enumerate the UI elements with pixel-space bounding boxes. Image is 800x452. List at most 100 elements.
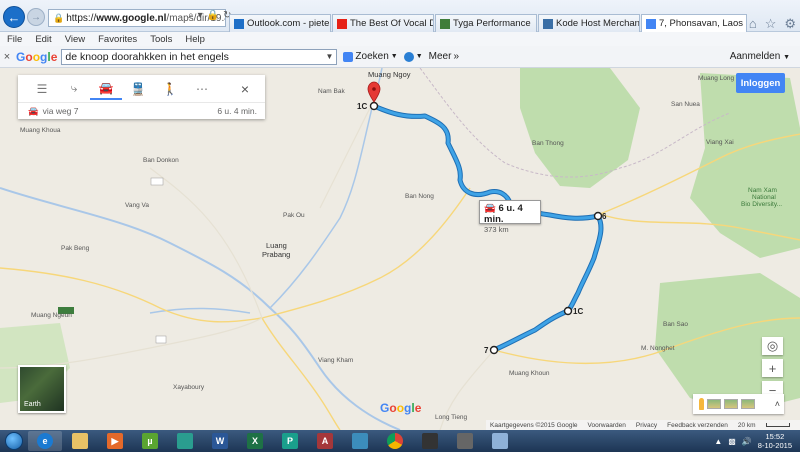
taskbar-app[interactable]	[168, 431, 202, 451]
gear-icon[interactable]: ⚙	[784, 16, 796, 32]
zoeken-button[interactable]: Zoeken ▼	[343, 51, 398, 62]
map-place-label[interactable]: Nam Xam	[748, 187, 777, 194]
chevron-down-icon: ▼	[390, 53, 398, 60]
map-place-label[interactable]: Pak Ou	[283, 212, 305, 219]
taskbar-ie[interactable]: e	[28, 431, 62, 451]
dropdown-icon[interactable]: ▾	[198, 10, 203, 21]
home-icon[interactable]: ⌂	[749, 16, 757, 32]
map-place-label[interactable]: Viang Xai	[706, 139, 734, 146]
map-place-label[interactable]: Ban Donkon	[143, 157, 179, 164]
volume-icon[interactable]: 🔊	[742, 437, 752, 446]
feedback-link[interactable]: Feedback verzenden	[667, 422, 728, 429]
search-icon[interactable]: ⌕	[188, 10, 194, 21]
tab-google-maps[interactable]: 7, Phonsavan, Laos na...×	[641, 14, 747, 32]
map-graphic	[0, 68, 800, 430]
clock[interactable]: 15:52 8-10-2015	[758, 432, 792, 450]
route-callout[interactable]: 🚘 6 u. 4 min. 373 km	[479, 200, 541, 234]
tab-youtube[interactable]: The Best Of Vocal Deep H...	[332, 14, 434, 32]
menu-favorites[interactable]: Favorites	[98, 34, 137, 45]
taskbar-app[interactable]	[343, 431, 377, 451]
privacy-link[interactable]: Privacy	[636, 422, 657, 429]
share-button[interactable]: ▼	[403, 51, 423, 62]
menu-help[interactable]: Help	[185, 34, 205, 45]
menu-tools[interactable]: Tools	[150, 34, 172, 45]
imagery-thumbnail[interactable]	[707, 399, 721, 409]
network-icon[interactable]: ▩	[728, 437, 736, 446]
map-place-label[interactable]: Ban Thong	[532, 140, 564, 147]
favorites-star-icon[interactable]: ☆	[765, 16, 777, 32]
imagery-thumbnail[interactable]	[724, 399, 738, 409]
google-g-icon	[343, 51, 354, 62]
close-directions-icon[interactable]: ×	[229, 78, 261, 100]
compass-icon[interactable]: ◎	[762, 337, 783, 355]
map-place-label[interactable]: Nam Bak	[318, 88, 345, 95]
taskbar-publisher[interactable]: P	[273, 431, 307, 451]
map-place-label[interactable]: Long Tieng	[435, 414, 467, 421]
taskbar-utorrent[interactable]: µ	[133, 431, 167, 451]
waypoint-marker	[489, 345, 499, 355]
map-place-label[interactable]: San Nuea	[671, 101, 700, 108]
menu-icon[interactable]: ☰	[26, 78, 58, 100]
publisher-icon: P	[282, 433, 298, 449]
map-canvas[interactable]: Muang Ngoy Muang Long Nam Bak San Nuea Muang…	[0, 68, 800, 430]
back-button[interactable]: ←	[3, 6, 25, 28]
tab-tyga[interactable]: Tyga Performance	[435, 14, 537, 32]
taskbar-word[interactable]: W	[203, 431, 237, 451]
tab-kode-host[interactable]: Kode Host Merchant Ad...	[538, 14, 640, 32]
taskbar-app[interactable]	[448, 431, 482, 451]
tray-chevron-icon[interactable]: ▲	[714, 437, 722, 446]
map-place-label[interactable]: Muang Long	[698, 75, 734, 82]
map-place-label[interactable]: Xayaboury	[173, 384, 204, 391]
taskbar-explorer[interactable]	[63, 431, 97, 451]
car-mode-icon[interactable]: 🚘	[90, 78, 122, 100]
map-place-label[interactable]: Ban Sao	[663, 321, 688, 328]
map-place-label[interactable]: Muang Ngeun	[31, 312, 72, 319]
sign-in-link[interactable]: Aanmelden ▼	[730, 51, 790, 62]
map-place-label[interactable]: Ban Nong	[405, 193, 434, 200]
taskbar-access[interactable]: A	[308, 431, 342, 451]
close-toolbar-icon[interactable]: ×	[0, 51, 14, 63]
lock-status-icon[interactable]: 🔒	[207, 10, 219, 21]
chevron-up-icon[interactable]: ˄	[775, 399, 780, 409]
map-place-label[interactable]: Viang Kham	[318, 357, 353, 364]
earth-view-toggle[interactable]: Earth	[18, 365, 66, 413]
walking-mode-icon[interactable]: 🚶	[154, 78, 186, 100]
transit-mode-icon[interactable]: 🚆	[122, 78, 154, 100]
map-place-label[interactable]: Vang Va	[125, 202, 149, 209]
toolbar-search-input[interactable]: de knoop doorahkken in het engels ▼	[61, 48, 338, 65]
callout-distance: 373 km	[484, 225, 509, 234]
more-options-icon[interactable]: ⋯	[186, 78, 218, 100]
map-place-label[interactable]: Pak Beng	[61, 245, 89, 252]
taskbar-chrome[interactable]	[378, 431, 412, 451]
forward-button[interactable]: →	[27, 8, 45, 26]
menu-edit[interactable]: Edit	[35, 34, 51, 45]
taskbar-app[interactable]	[483, 431, 517, 451]
taskbar-media[interactable]: ▶	[98, 431, 132, 451]
arrow-left-icon: ←	[7, 9, 21, 25]
start-button[interactable]	[0, 430, 28, 452]
imagery-thumbnail[interactable]	[741, 399, 755, 409]
map-place-label[interactable]: Luang	[266, 241, 287, 250]
directions-mode-icon[interactable]: ⤷	[58, 78, 90, 100]
car-icon: 🚘	[28, 105, 39, 116]
taskbar-app[interactable]	[413, 431, 447, 451]
map-place-label[interactable]: Bio Diversity...	[741, 201, 782, 208]
terms-link[interactable]: Voorwaarden	[588, 422, 626, 429]
tab-outlook[interactable]: Outlook.com - pietersierk...	[229, 14, 331, 32]
map-place-label[interactable]: National	[752, 194, 776, 201]
map-place-label[interactable]: M. Nonghet	[641, 345, 675, 352]
more-button[interactable]: Meer»	[429, 51, 459, 62]
tab-favicon	[440, 18, 450, 29]
menu-file[interactable]: File	[7, 34, 22, 45]
map-place-label[interactable]: Muang Khoun	[509, 370, 549, 377]
menu-view[interactable]: View	[65, 34, 85, 45]
inloggen-button[interactable]: Inloggen	[736, 73, 785, 93]
map-place-label[interactable]: Prabang	[262, 250, 290, 259]
zoom-in-button[interactable]: +	[762, 359, 783, 377]
chevron-down-icon[interactable]: ▼	[325, 52, 336, 61]
route-summary[interactable]: 🚘 via weg 7 6 u. 4 min.	[18, 103, 265, 119]
pegman-icon[interactable]	[699, 398, 704, 410]
map-place-label[interactable]: Muang Ngoy	[368, 70, 411, 79]
taskbar-excel[interactable]: X	[238, 431, 272, 451]
map-place-label[interactable]: Muang Khoua	[20, 127, 60, 134]
